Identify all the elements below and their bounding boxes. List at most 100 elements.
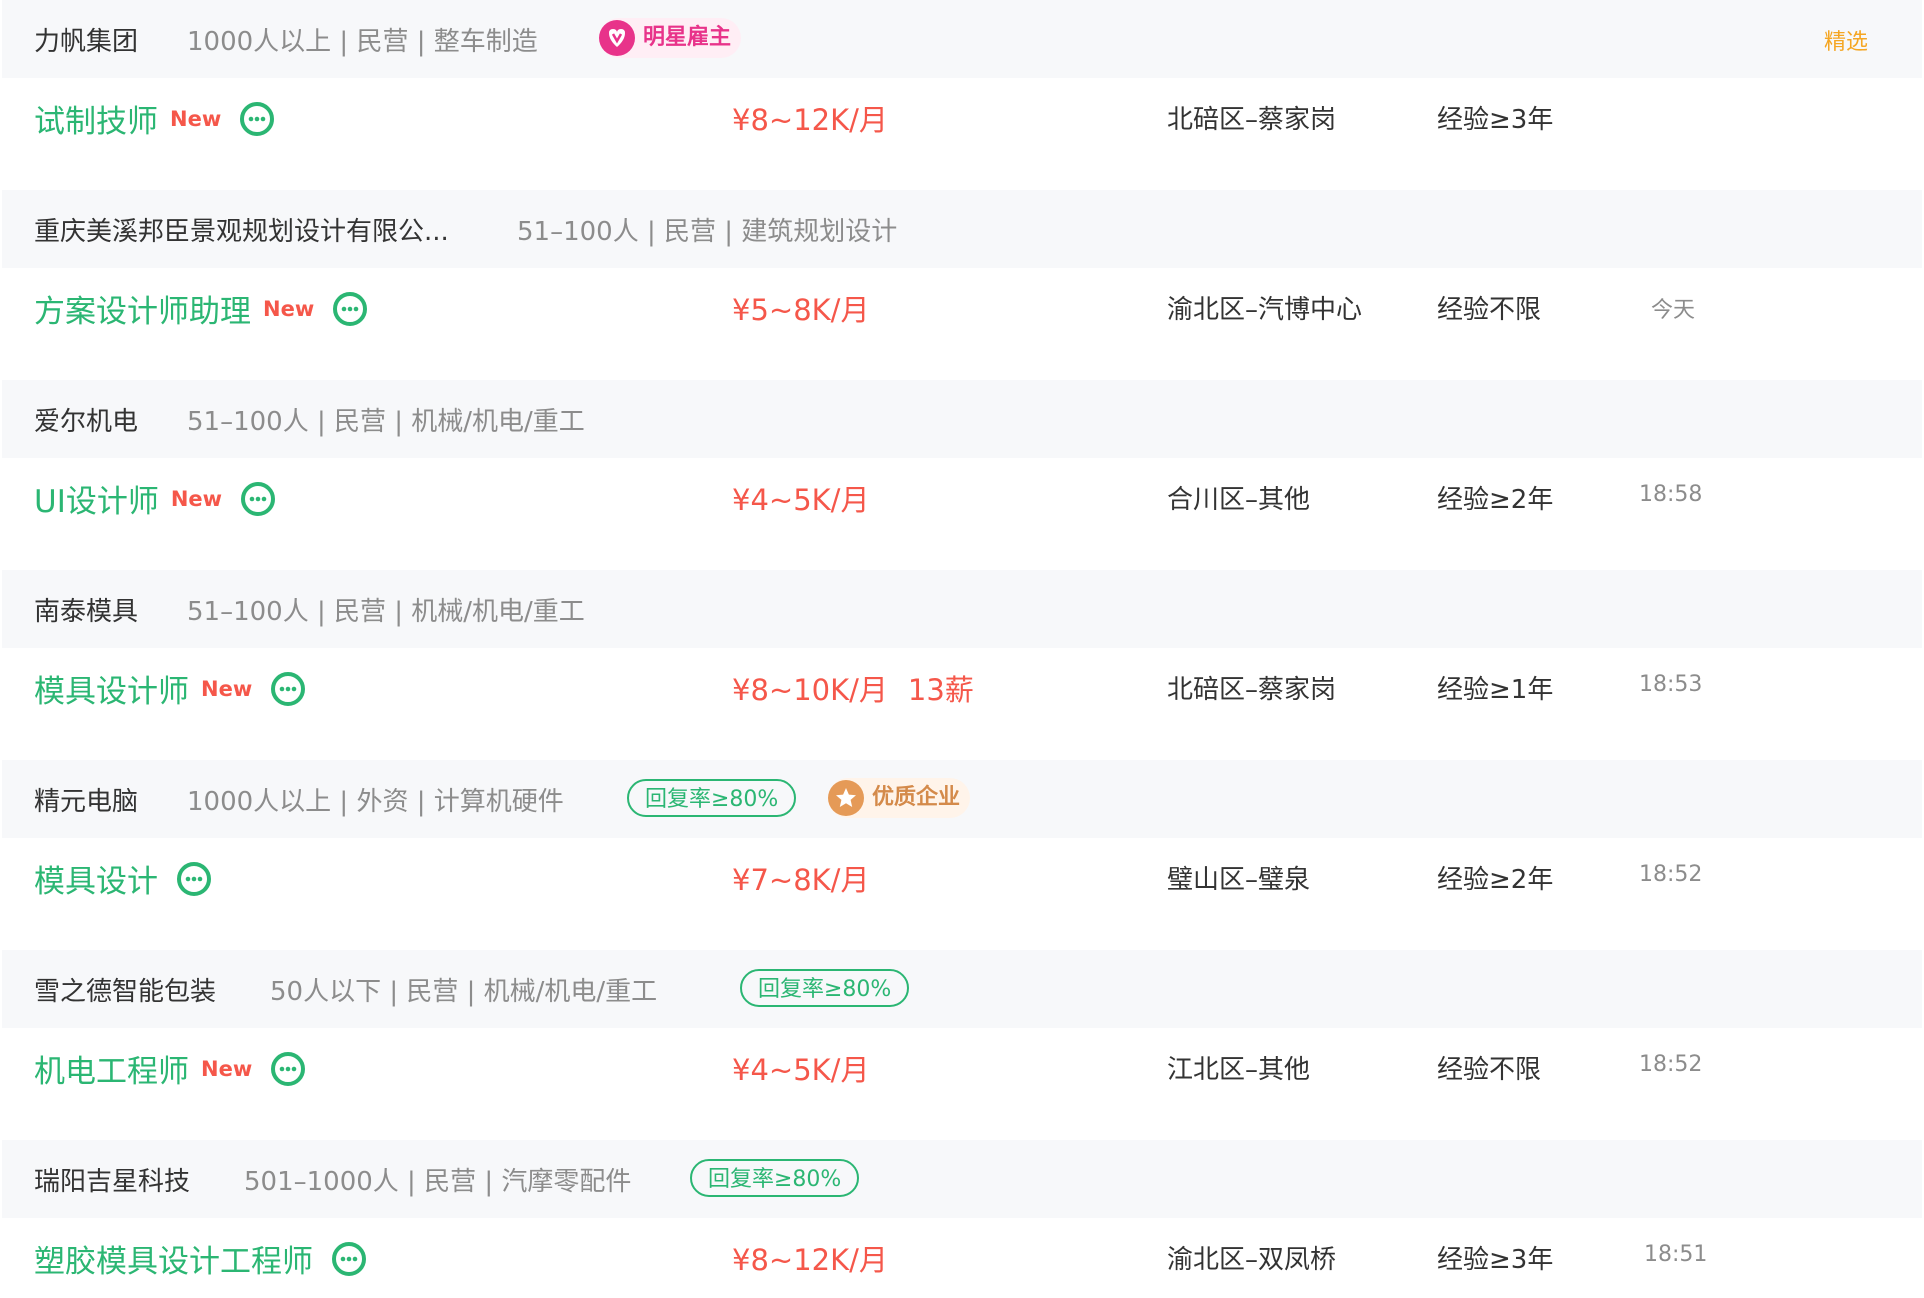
company-meta: 51–100人 | 民营 | 机械/机电/重工 (187, 407, 585, 437)
salary: ¥8~12K/月 (732, 1243, 888, 1277)
job-card[interactable]: 南泰模具 51–100人 | 民营 | 机械/机电/重工 模具设计师 New ¥… (2, 570, 1922, 727)
job-title[interactable]: 模具设计师 (34, 666, 189, 711)
job-title-link[interactable]: 机电工程师 New (34, 1046, 306, 1091)
new-tag: New (201, 676, 253, 701)
salary: ¥5~8K/月 (732, 293, 870, 327)
location: 北碚区–蔡家岗 (1167, 105, 1337, 135)
job-title[interactable]: 塑胶模具设计工程师 (34, 1236, 313, 1281)
post-time: 今天 (1651, 298, 1696, 323)
experience: 经验≥3年 (1437, 1245, 1554, 1275)
experience: 经验≥1年 (1437, 675, 1554, 705)
reply-rate-badge: 回复率≥80% (740, 969, 910, 1007)
company-meta: 51–100人 | 民营 | 建筑规划设计 (517, 217, 898, 247)
salary-bonus: 13薪 (907, 673, 974, 707)
location: 北碚区–蔡家岗 (1167, 675, 1337, 705)
new-tag: New (263, 296, 315, 321)
experience: 经验不限 (1437, 295, 1542, 325)
company-name[interactable]: 力帆集团 (34, 21, 138, 58)
company-row: 力帆集团 1000人以上 | 民营 | 整车制造 明星雇主 精选 (2, 0, 1922, 78)
job-title-link[interactable]: 试制技师 New (34, 96, 275, 141)
salary: ¥8~12K/月 (732, 103, 888, 137)
post-time: 18:51 (1644, 1242, 1708, 1267)
job-title-link[interactable]: 模具设计师 New (34, 666, 306, 711)
job-row[interactable]: 方案设计师助理 New ¥5~8K/月 渝北区–汽博中心 经验不限 今天 (2, 268, 1922, 347)
post-time: 18:52 (1639, 862, 1703, 887)
reply-rate-badge: 回复率≥80% (627, 779, 797, 817)
location: 渝北区–汽博中心 (1167, 295, 1363, 325)
experience: 经验不限 (1437, 1055, 1542, 1085)
location: 渝北区–双凤桥 (1167, 1245, 1337, 1275)
experience: 经验≥3年 (1437, 105, 1554, 135)
company-row: 雪之德智能包装 50人以下 | 民营 | 机械/机电/重工 回复率≥80% (2, 950, 1922, 1028)
location: 合川区–其他 (1167, 485, 1311, 515)
salary: ¥4~5K/月 (732, 483, 870, 517)
job-title[interactable]: 方案设计师助理 (34, 286, 251, 331)
star-icon (828, 780, 864, 816)
chat-bubble-icon[interactable] (332, 291, 368, 327)
post-time: 18:52 (1639, 1052, 1703, 1077)
company-row: 南泰模具 51–100人 | 民营 | 机械/机电/重工 (2, 570, 1922, 648)
post-time: 18:53 (1639, 672, 1703, 697)
salary: ¥4~5K/月 (732, 1053, 870, 1087)
job-title[interactable]: 模具设计 (34, 856, 158, 901)
chat-bubble-icon[interactable] (270, 671, 306, 707)
new-tag: New (170, 106, 222, 131)
job-list: 力帆集团 1000人以上 | 民营 | 整车制造 明星雇主 精选 试制技师 Ne… (0, 0, 1924, 1298)
job-title[interactable]: 机电工程师 (34, 1046, 189, 1091)
job-title[interactable]: UI设计师 (34, 476, 159, 521)
job-card[interactable]: 雪之德智能包装 50人以下 | 民营 | 机械/机电/重工 回复率≥80% 机电… (2, 950, 1922, 1107)
job-row[interactable]: UI设计师 New ¥4~5K/月 合川区–其他 经验≥2年 18:58 (2, 458, 1922, 537)
company-name[interactable]: 雪之德智能包装 (34, 971, 216, 1008)
company-name[interactable]: 精元电脑 (34, 781, 138, 818)
job-title-link[interactable]: UI设计师 New (34, 476, 276, 521)
job-card[interactable]: 爱尔机电 51–100人 | 民营 | 机械/机电/重工 UI设计师 New ¥… (2, 380, 1922, 537)
job-card[interactable]: 重庆美溪邦臣景观规划设计有限公... 51–100人 | 民营 | 建筑规划设计… (2, 190, 1922, 347)
company-meta: 51–100人 | 民营 | 机械/机电/重工 (187, 597, 585, 627)
company-row: 爱尔机电 51–100人 | 民营 | 机械/机电/重工 (2, 380, 1922, 458)
chat-bubble-icon[interactable] (331, 1241, 367, 1277)
job-row[interactable]: 模具设计 ¥7~8K/月 璧山区–璧泉 经验≥2年 18:52 (2, 838, 1922, 917)
job-row[interactable]: 机电工程师 New ¥4~5K/月 江北区–其他 经验不限 18:52 (2, 1028, 1922, 1107)
quality-company-label: 优质企业 (872, 785, 961, 810)
featured-label: 精选 (1824, 30, 1869, 55)
new-tag: New (201, 1056, 253, 1081)
chat-bubble-icon[interactable] (239, 101, 275, 137)
experience: 经验≥2年 (1437, 865, 1554, 895)
experience: 经验≥2年 (1437, 485, 1554, 515)
company-name[interactable]: 爱尔机电 (34, 401, 138, 438)
company-row: 瑞阳吉星科技 501–1000人 | 民营 | 汽摩零配件 回复率≥80% (2, 1140, 1922, 1218)
company-name[interactable]: 瑞阳吉星科技 (34, 1161, 190, 1198)
post-time: 18:58 (1639, 482, 1703, 507)
job-card[interactable]: 力帆集团 1000人以上 | 民营 | 整车制造 明星雇主 精选 试制技师 Ne… (2, 0, 1922, 157)
chat-bubble-icon[interactable] (240, 481, 276, 517)
company-meta: 50人以下 | 民营 | 机械/机电/重工 (270, 977, 658, 1007)
heart-v-icon (599, 20, 635, 56)
company-meta: 1000人以上 | 民营 | 整车制造 (187, 27, 538, 57)
job-title[interactable]: 试制技师 (34, 96, 158, 141)
chat-bubble-icon[interactable] (176, 861, 212, 897)
job-row[interactable]: 模具设计师 New ¥8~10K/月 13薪 北碚区–蔡家岗 经验≥1年 18:5… (2, 648, 1922, 727)
company-row: 精元电脑 1000人以上 | 外资 | 计算机硬件 回复率≥80% 优质企业 (2, 760, 1922, 838)
job-card[interactable]: 瑞阳吉星科技 501–1000人 | 民营 | 汽摩零配件 回复率≥80% 塑胶… (2, 1140, 1922, 1297)
job-title-link[interactable]: 方案设计师助理 New (34, 286, 368, 331)
job-card[interactable]: 精元电脑 1000人以上 | 外资 | 计算机硬件 回复率≥80% 优质企业 模… (2, 760, 1922, 917)
company-name[interactable]: 重庆美溪邦臣景观规划设计有限公... (34, 211, 449, 248)
salary-range: ¥8~10K/月 (732, 673, 888, 707)
star-employer-badge: 明星雇主 (599, 18, 742, 58)
location: 江北区–其他 (1167, 1055, 1311, 1085)
job-title-link[interactable]: 模具设计 (34, 856, 212, 901)
salary: ¥8~10K/月 13薪 (732, 667, 974, 709)
salary: ¥7~8K/月 (732, 863, 870, 897)
job-row[interactable]: 塑胶模具设计工程师 ¥8~12K/月 渝北区–双凤桥 经验≥3年 18:51 (2, 1218, 1922, 1297)
location: 璧山区–璧泉 (1167, 865, 1311, 895)
company-meta: 501–1000人 | 民营 | 汽摩零配件 (244, 1167, 632, 1197)
company-row: 重庆美溪邦臣景观规划设计有限公... 51–100人 | 民营 | 建筑规划设计 (2, 190, 1922, 268)
company-name[interactable]: 南泰模具 (34, 591, 138, 628)
quality-company-badge: 优质企业 (828, 778, 971, 818)
chat-bubble-icon[interactable] (270, 1051, 306, 1087)
company-meta: 1000人以上 | 外资 | 计算机硬件 (187, 787, 564, 817)
reply-rate-badge: 回复率≥80% (690, 1159, 860, 1197)
job-row[interactable]: 试制技师 New ¥8~12K/月 北碚区–蔡家岗 经验≥3年 (2, 78, 1922, 157)
new-tag: New (170, 486, 223, 511)
job-title-link[interactable]: 塑胶模具设计工程师 (34, 1236, 367, 1281)
